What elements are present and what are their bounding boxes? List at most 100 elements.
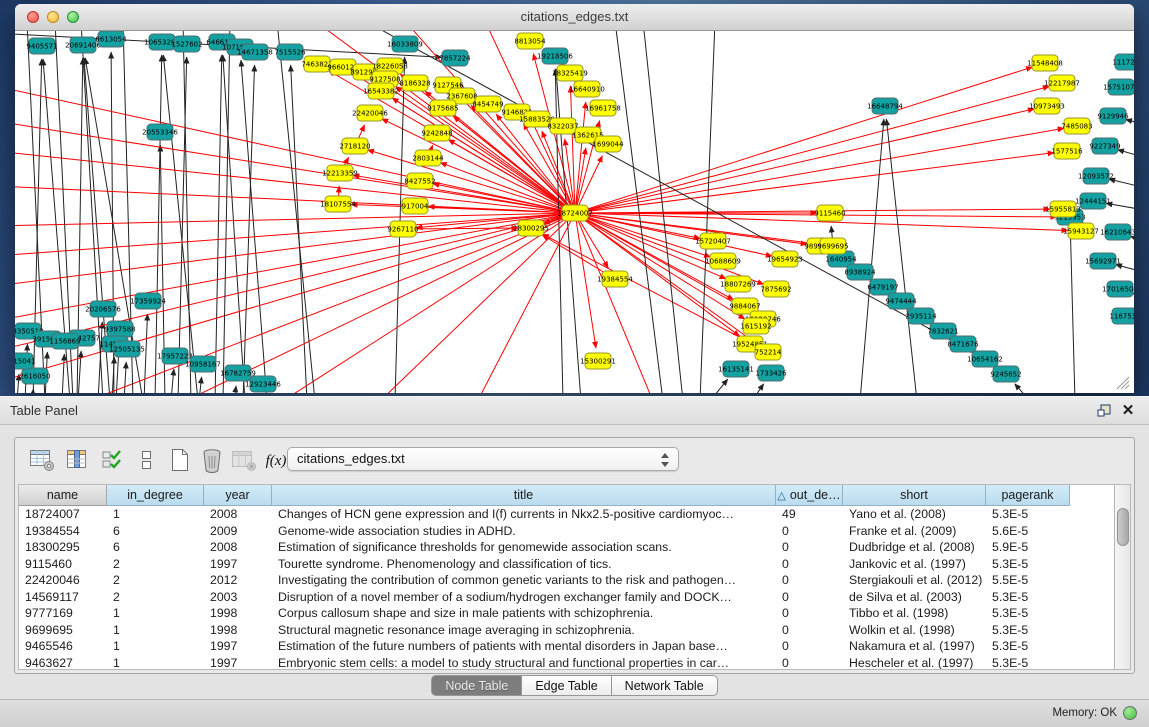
table-cell[interactable]: 5.9E-5 (986, 540, 1070, 554)
graph-node-2803144[interactable]: 2803144 (412, 150, 444, 166)
close-window-button[interactable] (27, 11, 39, 23)
graph-node-9242848[interactable]: 9242848 (421, 125, 452, 141)
table-cell[interactable]: 1 (107, 606, 204, 620)
table-cell[interactable]: 1 (107, 639, 204, 653)
table-cell[interactable]: 1 (107, 623, 204, 637)
table-cell[interactable]: 18724007 (19, 507, 107, 521)
table-cell[interactable]: Tourette syndrome. Phenomenology and cla… (272, 557, 776, 571)
graph-node-11548408[interactable]: 11548408 (1027, 55, 1063, 71)
table-cell[interactable]: 0 (776, 590, 843, 604)
column-header-in_degree[interactable]: in_degree (107, 485, 204, 506)
table-cell[interactable]: 1 (107, 656, 204, 670)
float-panel-icon[interactable] (1095, 402, 1113, 420)
table-cell[interactable]: 5.3E-5 (986, 606, 1070, 620)
table-cell[interactable]: 5.3E-5 (986, 557, 1070, 571)
network-canvas[interactable]: 9405571206914068613054106532871527602646… (15, 31, 1134, 393)
table-cell[interactable]: Franke et al. (2009) (843, 524, 986, 538)
table-row[interactable]: 1456911722003Disruption of a novel membe… (19, 589, 1130, 606)
tab-network-table[interactable]: Network Table (612, 675, 718, 696)
graph-node-7485083[interactable]: 7485083 (1061, 118, 1092, 134)
graph-node-917004[interactable]: 917004 (402, 198, 429, 214)
table-cell[interactable]: Embryonic stem cells: a model to study s… (272, 656, 776, 670)
graph-node-15692971[interactable]: 15692971 (1085, 253, 1121, 269)
column-header-out_de[interactable]: △out_de… (776, 485, 843, 506)
graph-node-18300295[interactable]: 18300295 (513, 220, 549, 236)
graph-node-20206576[interactable]: 20206576 (85, 301, 121, 317)
table-cell[interactable]: Dudbridge et al. (2008) (843, 540, 986, 554)
table-cell[interactable]: 0 (776, 540, 843, 554)
graph-node-10654162[interactable]: 10654162 (967, 351, 1003, 367)
graph-node-12213359[interactable]: 12213359 (322, 165, 358, 181)
graph-node-18107554[interactable]: 18107554 (320, 196, 356, 212)
table-cell[interactable]: Corpus callosum shape and size in male p… (272, 606, 776, 620)
graph-node-16961758[interactable]: 16961758 (585, 100, 621, 116)
graph-node-7875692[interactable]: 7875692 (760, 281, 791, 297)
table-cell[interactable]: 5.3E-5 (986, 656, 1070, 670)
table-cell[interactable]: 5.6E-5 (986, 524, 1070, 538)
graph-node-8938924[interactable]: 8938924 (844, 264, 876, 280)
citation-network-graph[interactable]: 9405571206914068613054106532871527602646… (15, 31, 1134, 393)
table-cell[interactable]: 1997 (204, 639, 272, 653)
graph-node-752214[interactable]: 752214 (755, 344, 782, 360)
graph-node-1577516[interactable]: 1577516 (1051, 143, 1083, 159)
graph-node-8427552[interactable]: 8427552 (404, 173, 435, 189)
table-cell[interactable]: de Silva et al. (2003) (843, 590, 986, 604)
table-cell[interactable]: 5.3E-5 (986, 623, 1070, 637)
table-cell[interactable]: 2008 (204, 540, 272, 554)
graph-node-22420046[interactable]: 22420046 (352, 105, 388, 121)
zoom-window-button[interactable] (67, 11, 79, 23)
graph-node-15751074[interactable]: 15751074 (1103, 79, 1134, 95)
table-cell[interactable]: 5.3E-5 (986, 590, 1070, 604)
table-cell[interactable]: 0 (776, 557, 843, 571)
table-cell[interactable]: 2008 (204, 507, 272, 521)
column-header-title[interactable]: title (272, 485, 776, 506)
graph-node-9405571[interactable]: 9405571 (26, 38, 57, 54)
column-header-year[interactable]: year (204, 485, 272, 506)
table-cell[interactable]: 19384554 (19, 524, 107, 538)
table-cell[interactable]: Investigating the contribution of common… (272, 573, 776, 587)
graph-node-15955813[interactable]: 15955813 (1045, 201, 1081, 217)
graph-node-9267110[interactable]: 9267110 (387, 221, 418, 237)
tab-edge-table[interactable]: Edge Table (522, 675, 611, 696)
canvas-resize-grip[interactable] (1117, 377, 1129, 389)
table-cell[interactable]: Tibbo et al. (1998) (843, 606, 986, 620)
table-row[interactable]: 1938455462009Genome-wide association stu… (19, 523, 1130, 540)
graph-node-1733426[interactable]: 1733426 (755, 365, 787, 381)
table-cell[interactable]: Wolkin et al. (1998) (843, 623, 986, 637)
show-column-button[interactable] (62, 446, 92, 476)
table-cell[interactable]: 0 (776, 524, 843, 538)
table-cell[interactable]: 1997 (204, 557, 272, 571)
graph-node-8471676[interactable]: 8471676 (947, 336, 979, 352)
graph-node-7515526[interactable]: 7515526 (274, 44, 306, 60)
table-cell[interactable]: 49 (776, 507, 843, 521)
create-table-button[interactable] (165, 446, 195, 476)
graph-node-8454749[interactable]: 8454749 (472, 96, 503, 112)
delete-table-button[interactable] (197, 446, 227, 476)
table-cell[interactable]: 22420046 (19, 573, 107, 587)
table-cell[interactable]: 2 (107, 557, 204, 571)
graph-node-9245652[interactable]: 9245652 (990, 366, 1021, 382)
graph-node-1615192[interactable]: 1615192 (740, 318, 771, 334)
graph-node-9115460[interactable]: 9115460 (814, 205, 845, 221)
graph-node-17016504[interactable]: 17016504 (1102, 281, 1134, 297)
table-cell[interactable]: 9465546 (19, 639, 107, 653)
scrollbar-thumb[interactable] (1117, 508, 1129, 546)
column-header-name[interactable]: name (19, 485, 107, 506)
graph-node-7857224[interactable]: 7857224 (439, 50, 471, 66)
graph-node-1699044[interactable]: 1699044 (592, 136, 624, 152)
table-row[interactable]: 911546021997Tourette syndrome. Phenomeno… (19, 556, 1130, 573)
column-header-short[interactable]: short (843, 485, 986, 506)
graph-node-15720407[interactable]: 15720407 (695, 233, 731, 249)
table-cell[interactable]: Estimation of significance thresholds fo… (272, 540, 776, 554)
graph-node-16210643[interactable]: 16210643 (1100, 224, 1134, 240)
table-cell[interactable]: 0 (776, 639, 843, 653)
graph-node-9474444[interactable]: 9474444 (885, 293, 917, 309)
graph-node-1156869[interactable]: 1156869 (49, 333, 80, 349)
table-cell[interactable]: 9777169 (19, 606, 107, 620)
graph-node-1117284[interactable]: 1117284 (1112, 54, 1134, 70)
graph-node-10688609[interactable]: 10688609 (705, 253, 741, 269)
table-cell[interactable]: 9699695 (19, 623, 107, 637)
table-cell[interactable]: 0 (776, 623, 843, 637)
graph-node-16648794[interactable]: 16648794 (867, 98, 903, 114)
table-cell[interactable]: Genome-wide association studies in ADHD. (272, 524, 776, 538)
